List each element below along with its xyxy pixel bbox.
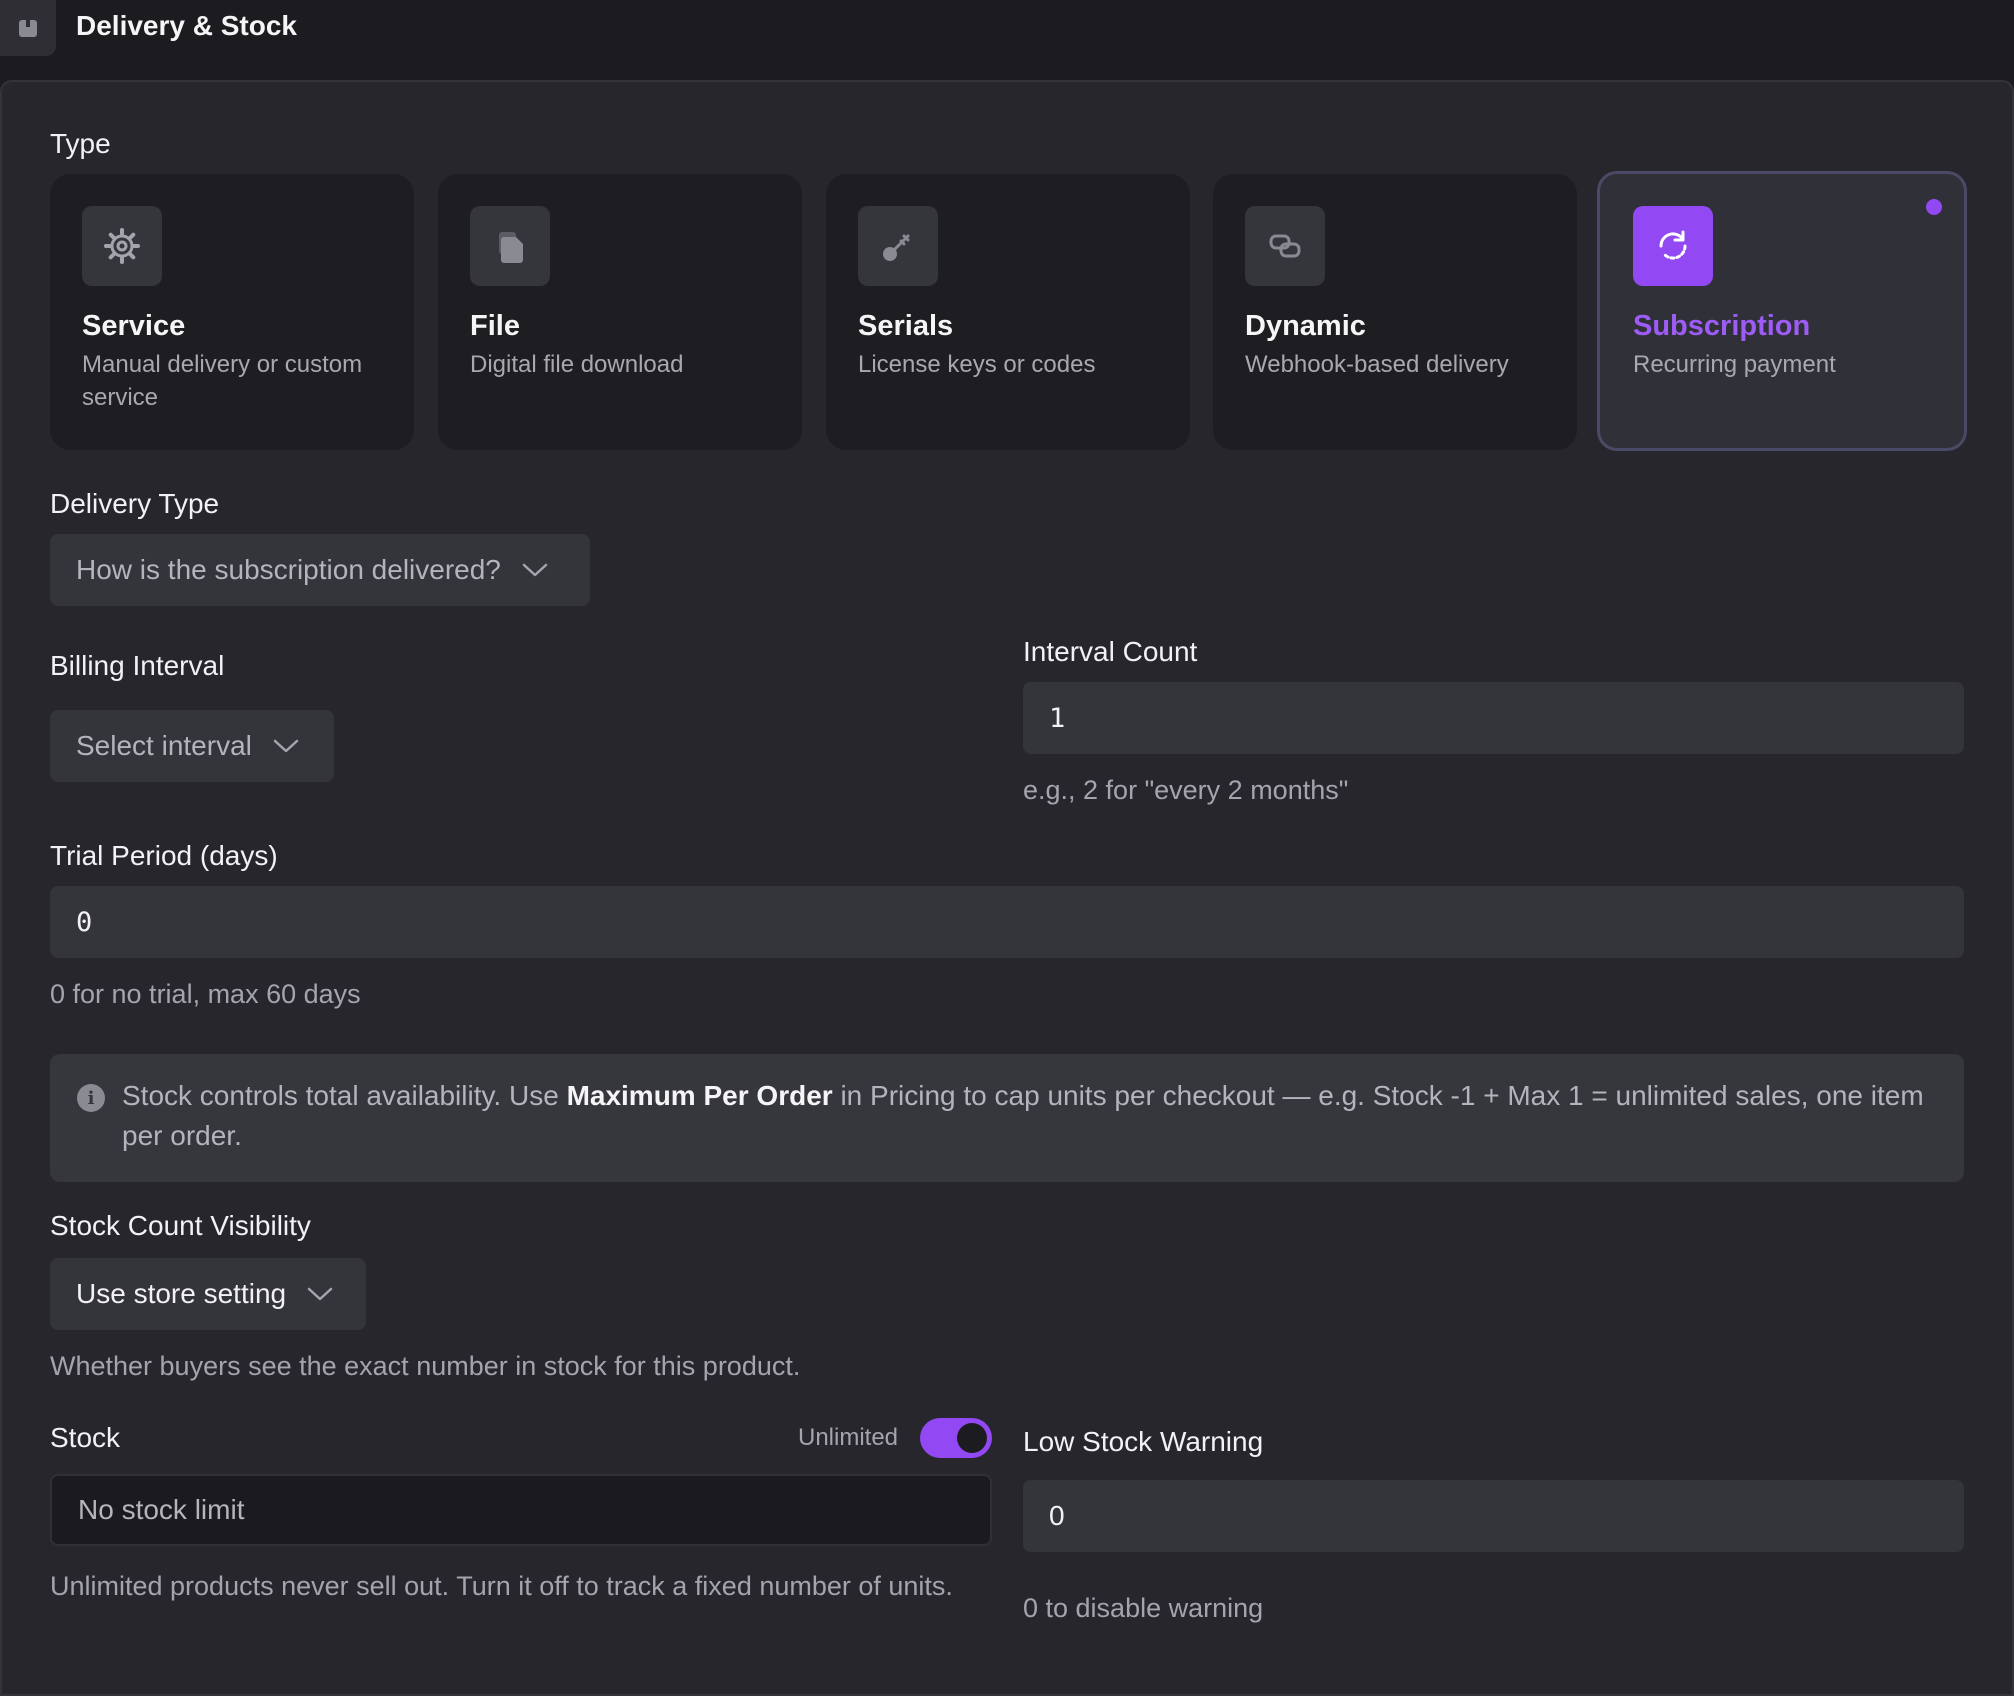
type-card-desc: Digital file download <box>470 351 684 378</box>
type-card-service[interactable]: Service Manual delivery or custom servic… <box>50 174 414 450</box>
section-header: Delivery & Stock <box>0 0 2014 80</box>
type-card-serials[interactable]: Serials License keys or codes <box>826 174 1190 450</box>
interval-count-input[interactable]: 1 <box>1023 682 1964 754</box>
type-card-dynamic[interactable]: Dynamic Webhook-based delivery <box>1213 174 1577 450</box>
toggle-knob <box>957 1423 987 1453</box>
type-card-desc: Recurring payment <box>1633 351 1836 378</box>
type-card-name: Service <box>82 310 186 342</box>
link-icon <box>1245 206 1325 286</box>
delivery-type-label: Delivery Type <box>50 488 220 519</box>
key-icon <box>858 206 938 286</box>
box-icon <box>0 0 56 56</box>
billing-interval-placeholder: Select interval <box>76 730 252 761</box>
delivery-type-select[interactable]: How is the subscription delivered? <box>50 534 590 606</box>
unlimited-toggle-label: Unlimited <box>798 1424 899 1451</box>
interval-count-label: Interval Count <box>1023 636 1198 667</box>
billing-interval-label: Billing Interval <box>50 650 225 681</box>
type-card-file[interactable]: File Digital file download <box>438 174 802 450</box>
chevron-down-icon <box>306 1286 334 1302</box>
trial-period-value: 0 <box>76 906 93 938</box>
type-card-name: Subscription <box>1633 310 1811 342</box>
stock-placeholder: No stock limit <box>78 1494 245 1525</box>
stock-visibility-select[interactable]: Use store setting <box>50 1258 366 1330</box>
stock-info-callout: i Stock controls total availability. Use… <box>50 1054 1964 1182</box>
billing-interval-select[interactable]: Select interval <box>50 710 334 782</box>
trial-period-hint: 0 for no trial, max 60 days <box>50 979 361 1009</box>
gear-icon <box>82 206 162 286</box>
file-icon <box>470 206 550 286</box>
chevron-down-icon <box>521 562 549 578</box>
stock-visibility-label: Stock Count Visibility <box>50 1210 311 1241</box>
trial-period-input[interactable]: 0 <box>50 886 1964 958</box>
stock-info-text: Stock controls total availability. Use M… <box>122 1080 1924 1151</box>
stock-visibility-hint: Whether buyers see the exact number in s… <box>50 1351 801 1381</box>
low-stock-value: 0 <box>1049 1500 1065 1531</box>
type-card-desc: Webhook-based delivery <box>1245 351 1509 378</box>
low-stock-label: Low Stock Warning <box>1023 1426 1264 1457</box>
stock-visibility-value: Use store setting <box>76 1278 287 1309</box>
unlimited-toggle[interactable] <box>920 1418 992 1458</box>
low-stock-input[interactable]: 0 <box>1023 1480 1964 1552</box>
type-card-name: Serials <box>858 310 954 342</box>
info-icon: i <box>77 1084 105 1112</box>
delivery-type-placeholder: How is the subscription delivered? <box>76 554 501 585</box>
chevron-down-icon <box>272 738 300 754</box>
max-per-order-emphasis: Maximum Per Order <box>566 1080 833 1111</box>
section-title: Delivery & Stock <box>76 10 297 41</box>
interval-count-value: 1 <box>1049 702 1066 734</box>
type-card-subscription[interactable]: Subscription Recurring payment <box>1597 171 1967 451</box>
type-card-desc: License keys or codes <box>858 351 1096 378</box>
refresh-icon <box>1633 206 1713 286</box>
type-card-name: File <box>470 310 520 342</box>
stock-hint: Unlimited products never sell out. Turn … <box>50 1571 953 1601</box>
selected-indicator <box>1926 199 1942 215</box>
interval-count-hint: e.g., 2 for "every 2 months" <box>1023 775 1349 805</box>
type-card-desc: Manual delivery or custom service <box>82 351 363 411</box>
type-card-name: Dynamic <box>1245 310 1366 342</box>
trial-period-label: Trial Period (days) <box>50 840 278 871</box>
type-label: Type <box>50 128 111 159</box>
stock-label: Stock <box>50 1422 121 1453</box>
low-stock-hint: 0 to disable warning <box>1023 1593 1264 1623</box>
stock-input[interactable]: No stock limit <box>50 1474 992 1546</box>
